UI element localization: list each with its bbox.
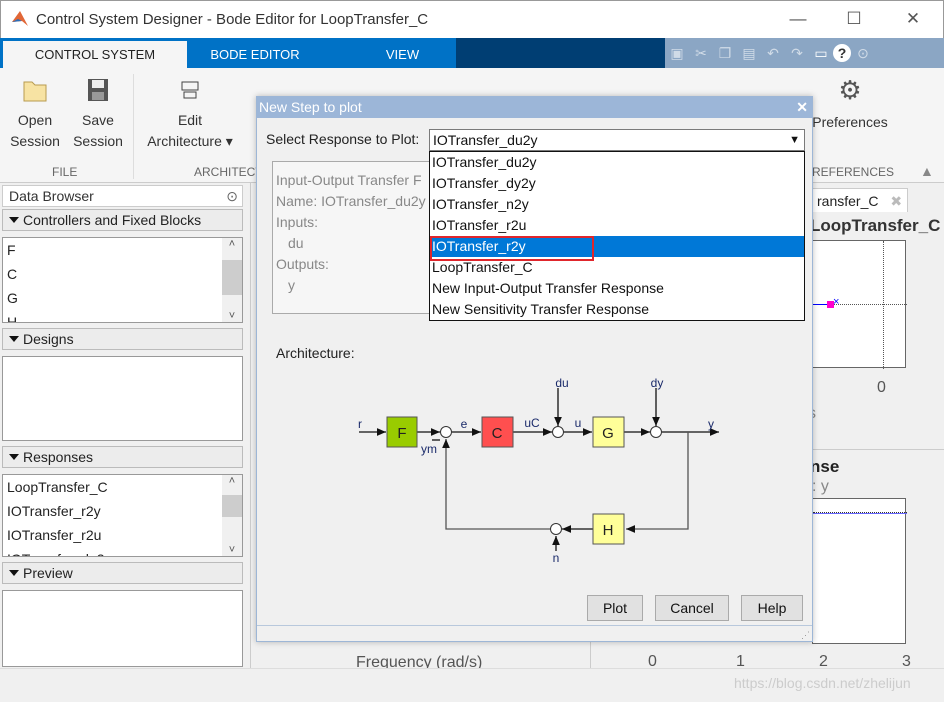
section-architecture-label: ARCHITECT [194,165,263,179]
section-designs[interactable]: Designs [2,328,243,350]
plot1-title: LoopTransfer_C [810,216,941,235]
floppy-disk-icon [88,79,108,101]
new-step-dialog: New Step to plot ✕ Select Response to Plo… [256,96,813,642]
svg-text:dy: dy [651,376,664,390]
section-responses[interactable]: Responses [2,446,243,468]
svg-text:F: F [397,425,406,442]
document-tab[interactable]: ransfer_C ✖ [798,188,908,212]
copy-icon[interactable]: ❐ [713,38,737,68]
dropdown-menu-icon[interactable]: ⊙ [226,186,238,206]
select-response-label: Select Response to Plot: [266,131,420,147]
collapse-ribbon-icon[interactable]: ▲ [920,163,934,179]
scrollbar[interactable]: ˄ ˅ [222,475,242,556]
dropdown-option[interactable]: IOTransfer_r2u [430,215,804,236]
dropdown-option-highlighted[interactable]: IOTransfer_r2y [430,236,804,261]
save-session-button[interactable]: Save Session [68,76,128,152]
title-bar: Control System Designer - Bode Editor fo… [0,0,944,38]
step-response-plot[interactable] [812,498,907,644]
expand-icon[interactable]: ⊙ [851,38,875,68]
paste-icon[interactable]: ▤ [737,38,761,68]
open-session-button[interactable]: Open Session [5,76,65,152]
svg-text:du: du [555,376,568,390]
data-browser: Data Browser ⊙ Controllers and Fixed Bloc… [2,185,243,667]
architecture-icon [181,81,199,99]
list-item[interactable]: C [3,262,242,286]
save-label: Save [82,112,114,128]
tab-bode-editor[interactable]: BODE EDITOR [200,38,310,68]
help-button[interactable]: Help [741,595,803,621]
list-item[interactable]: LoopTransfer_C [3,475,242,499]
dropdown-option[interactable]: IOTransfer_n2y [430,194,804,215]
quick-access-toolbar: ▣ ✂ ❐ ▤ ↶ ↷ ▭? ⊙ [665,38,944,68]
plot2-title: nse [810,457,840,476]
dialog-title-bar: New Step to plot ✕ [257,97,812,118]
minimize-icon[interactable]: — [783,9,813,29]
data-browser-title: Data Browser ⊙ [2,185,243,207]
open-label: Open [17,112,53,128]
svg-text:uC: uC [524,416,540,430]
tab-view[interactable]: VIEW [370,38,435,68]
edit-label: Edit [177,112,203,128]
cancel-button[interactable]: Cancel [655,595,729,621]
dropdown-option[interactable]: New Sensitivity Transfer Response [430,299,804,320]
close-tab-icon[interactable]: ✖ [890,193,902,209]
architecture-label: Architecture: [276,345,355,361]
list-item[interactable]: G [3,286,242,310]
ribbon-tabs: CONTROL SYSTEM BODE EDITOR VIEW ▣ ✂ ❐ ▤ ↶ ↷ ▭?… [0,38,944,68]
list-item[interactable]: IOTransfer_du2y [3,547,242,556]
section-file-label: FILE [52,165,78,179]
redo-icon[interactable]: ↷ [785,38,809,68]
save-label-2: Session [73,133,123,149]
list-item[interactable]: IOTransfer_r2u [3,523,242,547]
dialog-title: New Step to plot [259,99,362,115]
root-locus-plot[interactable]: × [812,240,907,369]
svg-text:e: e [461,417,468,431]
section-preferences-label: REFERENCES [812,165,895,179]
watermark: https://blog.csdn.net/zhelijun [734,675,911,691]
list-item[interactable]: H [3,310,242,322]
matlab-logo-icon [12,11,28,26]
tab-control-system[interactable]: CONTROL SYSTEM [3,41,187,68]
close-icon[interactable]: ✕ [796,97,808,118]
scrollbar[interactable]: ˄ ˅ [222,238,242,322]
architecture-diagram: F C G H r e uC u du dy y ym n [358,376,719,565]
dropdown-option[interactable]: New Input-Output Transfer Response [430,278,804,299]
section-controllers[interactable]: Controllers and Fixed Blocks [2,209,243,231]
help-icon[interactable]: ? [833,44,851,62]
section-preview[interactable]: Preview [2,562,243,584]
window-title: Control System Designer - Bode Editor fo… [36,11,429,28]
response-info-panel: Input-Output Transfer F Name: IOTransfer_… [272,161,442,314]
svg-text:ym: ym [421,442,437,456]
svg-text:H: H [603,522,614,539]
dropdown-option[interactable]: IOTransfer_du2y [430,152,804,173]
svg-text:n: n [553,551,560,565]
response-select[interactable]: IOTransfer_du2y ▼ [429,129,805,151]
controllers-list: F C G H ˄ ˅ [2,237,243,323]
dropdown-option[interactable]: IOTransfer_dy2y [430,173,804,194]
open-label-2: Session [10,133,60,149]
preview-panel [2,590,243,667]
svg-text:u: u [575,416,582,430]
folder-icon [23,81,47,102]
response-dropdown-list: IOTransfer_du2y IOTransfer_dy2y IOTransf… [429,151,805,321]
list-item[interactable]: F [3,238,242,262]
save-icon[interactable]: ▣ [665,38,689,68]
layout-icon[interactable]: ▭ [809,38,833,68]
cut-icon[interactable]: ✂ [689,38,713,68]
svg-text:C: C [492,425,503,442]
list-item[interactable]: IOTransfer_r2y [3,499,242,523]
chevron-down-icon: ▼ [789,134,800,146]
edit-architecture-button[interactable]: Edit Architecture ▾ [140,76,240,152]
close-icon[interactable]: ✕ [898,9,928,29]
svg-text:y: y [708,417,714,431]
svg-text:r: r [358,417,362,431]
designs-list [2,356,243,441]
responses-list: LoopTransfer_C IOTransfer_r2y IOTransfer… [2,474,243,557]
resize-grip-icon[interactable]: ⋰ [801,630,810,641]
plot-button[interactable]: Plot [587,595,643,621]
undo-icon[interactable]: ↶ [761,38,785,68]
maximize-icon[interactable]: ☐ [839,9,869,29]
edit-label-2: Architecture [147,133,222,149]
svg-text:G: G [602,425,614,442]
